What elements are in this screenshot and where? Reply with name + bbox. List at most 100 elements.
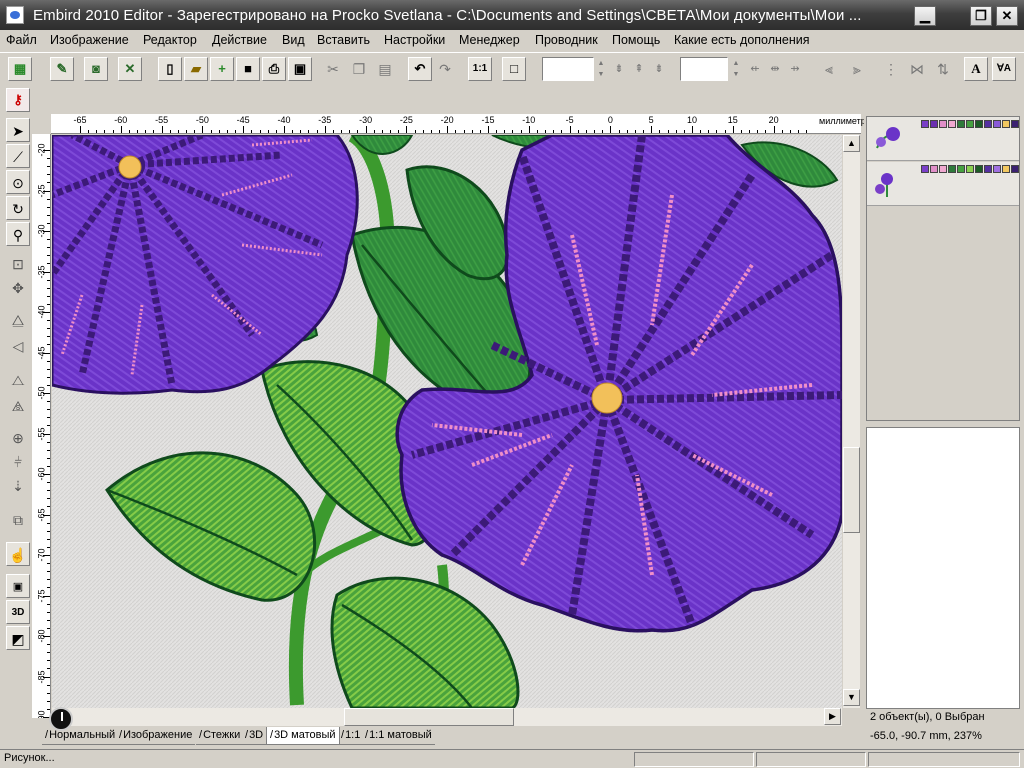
- color-swatch[interactable]: [921, 120, 929, 128]
- menu-image[interactable]: Изображение: [50, 33, 129, 47]
- center-icon[interactable]: ⊕: [6, 426, 30, 450]
- object-item[interactable]: [867, 162, 1019, 206]
- save-icon[interactable]: ■: [236, 57, 260, 81]
- hand-icon[interactable]: ☝: [6, 542, 30, 566]
- stitch-icon[interactable]: ✕: [118, 57, 142, 81]
- value-field-1[interactable]: [542, 57, 594, 81]
- open-file-icon[interactable]: ▰: [184, 57, 208, 81]
- color-swatch[interactable]: [975, 165, 983, 173]
- tie-icon[interactable]: ⋈: [906, 57, 928, 81]
- mask-icon[interactable]: ◩: [6, 626, 30, 650]
- text-tool-button[interactable]: A: [964, 57, 988, 81]
- tab-1-1-matte[interactable]: 1:1 матовый: [362, 727, 435, 745]
- flip-icon[interactable]: ⫸: [846, 57, 868, 81]
- color-swatch[interactable]: [930, 165, 938, 173]
- horizontal-scrollbar[interactable]: ▶: [52, 708, 842, 726]
- align-middle-icon[interactable]: ⇞: [628, 57, 650, 81]
- color-swatch[interactable]: [966, 165, 974, 173]
- spacing-icon[interactable]: ⋮: [880, 57, 902, 81]
- crop-icon[interactable]: ⊡: [6, 252, 30, 276]
- align-bottom-icon[interactable]: ⇟: [648, 57, 670, 81]
- copy-icon[interactable]: ❐: [348, 57, 370, 81]
- tab-3d[interactable]: 3D: [242, 727, 267, 745]
- align-top-icon[interactable]: ⇟: [608, 57, 630, 81]
- align-left-icon[interactable]: ⇷: [744, 57, 766, 81]
- color-swatch[interactable]: [939, 165, 947, 173]
- menu-view[interactable]: Вид: [282, 33, 305, 47]
- arrange-icon[interactable]: ⧉: [6, 508, 30, 532]
- rotate-icon[interactable]: ↻: [6, 196, 30, 220]
- export-icon[interactable]: ▣: [288, 57, 312, 81]
- color-swatch[interactable]: [993, 165, 1001, 173]
- scroll-right-icon[interactable]: ▶: [824, 708, 841, 725]
- color-swatch[interactable]: [930, 120, 938, 128]
- distribute-icon[interactable]: ⇣: [6, 474, 30, 498]
- arrow-select-icon[interactable]: ➤: [6, 118, 30, 142]
- app-icon[interactable]: [6, 6, 24, 24]
- redo-icon[interactable]: ↷: [434, 57, 456, 81]
- sort-icon[interactable]: ⇅: [932, 57, 954, 81]
- menu-action[interactable]: Действие: [212, 33, 267, 47]
- color-swatch[interactable]: [957, 165, 965, 173]
- color-swatch[interactable]: [948, 120, 956, 128]
- align-icon[interactable]: ⫩: [6, 450, 30, 474]
- color-swatch[interactable]: [1011, 120, 1019, 128]
- tab-1-1[interactable]: 1:1: [338, 727, 364, 745]
- menu-editor[interactable]: Редактор: [143, 33, 197, 47]
- value-field-2[interactable]: [680, 57, 728, 81]
- color-swatch[interactable]: [1002, 165, 1010, 173]
- color-swatch[interactable]: [1011, 165, 1019, 173]
- paste-icon[interactable]: ▤: [374, 57, 396, 81]
- key-icon[interactable]: ⚷: [6, 88, 30, 112]
- manager-icon[interactable]: ▦: [8, 57, 32, 81]
- menu-addons[interactable]: Какие есть дополнения: [674, 33, 810, 47]
- close-button[interactable]: ✕: [996, 6, 1018, 26]
- scroll-up-icon[interactable]: ▲: [843, 135, 860, 152]
- color-swatch[interactable]: [993, 120, 1001, 128]
- color-swatch[interactable]: [957, 120, 965, 128]
- skew-icon[interactable]: ⧍: [6, 368, 30, 392]
- spin-icon[interactable]: ▲ ▼: [595, 58, 607, 80]
- tab-3d-matte[interactable]: 3D матовый: [266, 727, 340, 745]
- menu-insert[interactable]: Вставить: [317, 33, 370, 47]
- color-swatch[interactable]: [984, 120, 992, 128]
- color-swatch[interactable]: [984, 165, 992, 173]
- 3d-icon[interactable]: 3D: [6, 600, 30, 624]
- needle-icon[interactable]: ✎: [50, 57, 74, 81]
- color-swatch[interactable]: [975, 120, 983, 128]
- new-file-icon[interactable]: ▯: [158, 57, 182, 81]
- vertical-scroll-thumb[interactable]: [843, 447, 860, 533]
- color-swatch[interactable]: [966, 120, 974, 128]
- box-icon[interactable]: ▣: [6, 574, 30, 598]
- tab-normal[interactable]: Нормальный: [42, 727, 119, 745]
- zoom-icon[interactable]: ⚲: [6, 222, 30, 246]
- object-list[interactable]: [866, 116, 1020, 421]
- menu-explorer[interactable]: Проводник: [535, 33, 598, 47]
- align-center-icon[interactable]: ⇹: [764, 57, 786, 81]
- add-file-icon[interactable]: +: [210, 57, 234, 81]
- minimize-button[interactable]: ▁: [914, 6, 936, 26]
- scroll-down-icon[interactable]: ▼: [843, 689, 860, 706]
- tab-image[interactable]: Изображение: [116, 727, 196, 745]
- object-item[interactable]: [867, 117, 1019, 161]
- spin-icon[interactable]: ▲ ▼: [730, 58, 742, 80]
- mirror-vertical-icon[interactable]: ◁: [6, 334, 30, 358]
- camera-icon[interactable]: ◙: [84, 57, 108, 81]
- menu-file[interactable]: Файл: [6, 33, 37, 47]
- menu-manager[interactable]: Менеджер: [459, 33, 520, 47]
- mirror-icon[interactable]: ⧋: [6, 308, 30, 332]
- menu-help[interactable]: Помощь: [612, 33, 660, 47]
- vertical-scrollbar[interactable]: ▲ ▼: [843, 135, 860, 708]
- color-swatch[interactable]: [921, 165, 929, 173]
- menu-settings[interactable]: Настройки: [384, 33, 445, 47]
- tab-stitches[interactable]: Стежки: [196, 727, 244, 745]
- zoom-one-to-one-button[interactable]: 1:1: [468, 57, 492, 81]
- cut-icon[interactable]: ✂: [322, 57, 344, 81]
- frame-icon[interactable]: □: [502, 57, 526, 81]
- text-tool-alt-button[interactable]: ⱯA: [992, 57, 1016, 81]
- design-canvas[interactable]: [52, 135, 842, 708]
- print-icon[interactable]: ⎙: [262, 57, 286, 81]
- color-swatch[interactable]: [1002, 120, 1010, 128]
- align-right-icon[interactable]: ⇸: [784, 57, 806, 81]
- lasso-select-icon[interactable]: ⟋: [6, 144, 30, 168]
